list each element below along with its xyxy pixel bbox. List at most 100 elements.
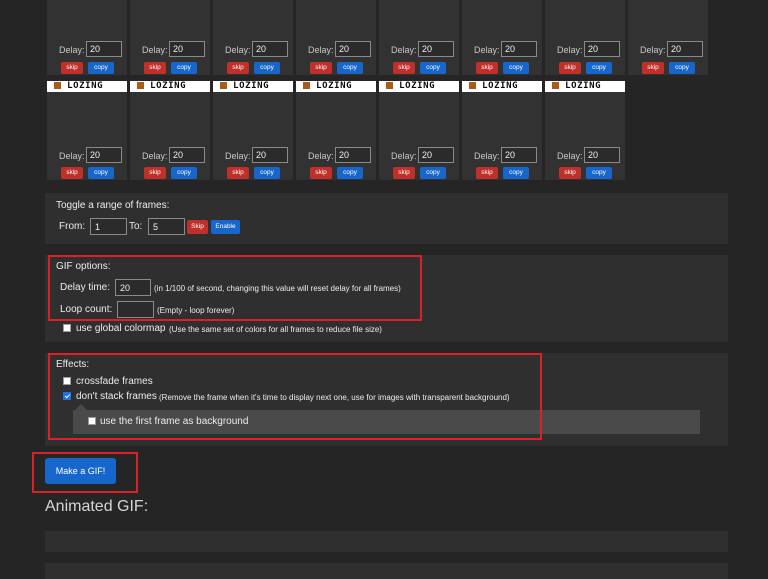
skip-button[interactable]: skip (393, 62, 415, 74)
frame-thumbnail-text: LOZING (565, 81, 602, 91)
range-to-label: To: (129, 221, 143, 232)
range-from-input[interactable] (90, 218, 127, 235)
copy-button[interactable]: copy (337, 167, 363, 179)
delay-label: Delay: (474, 45, 500, 55)
skip-button[interactable]: skip (476, 62, 498, 74)
copy-button[interactable]: copy (503, 62, 529, 74)
global-colormap-checkbox[interactable] (63, 324, 71, 332)
copy-button[interactable]: copy (420, 167, 446, 179)
frame-thumbnail-text: LOZING (150, 81, 187, 91)
first-frame-background-label: use the first frame as background (100, 416, 249, 427)
range-skip-button[interactable]: Skip (187, 220, 208, 234)
frame-delay-input[interactable] (86, 41, 122, 57)
first-frame-background-checkbox[interactable] (88, 417, 96, 425)
loop-count-hint: (Empty - loop forever) (157, 306, 235, 315)
skip-button[interactable]: skip (642, 62, 664, 74)
copy-button[interactable]: copy (586, 167, 612, 179)
frame-delay-input[interactable] (418, 41, 454, 57)
frame-delay-input[interactable] (418, 147, 454, 163)
fox-icon (469, 82, 477, 89)
delay-label: Delay: (391, 45, 417, 55)
delay-time-input[interactable] (115, 279, 151, 296)
frame-cell: Delay: skip copy (130, 0, 210, 75)
skip-button[interactable]: skip (476, 167, 498, 179)
first-frame-suboption: use the first frame as background (73, 410, 700, 434)
range-to-input[interactable] (148, 218, 185, 235)
fox-icon (552, 82, 560, 89)
frame-delay-input[interactable] (335, 147, 371, 163)
frame-thumbnail: LOZING (130, 81, 210, 92)
frame-cell: LOZING Delay: skip copy (462, 81, 542, 180)
frame-cell: Delay: skip copy (628, 0, 708, 75)
gif-options-title: GIF options: (56, 261, 111, 272)
skip-button[interactable]: skip (144, 62, 166, 74)
frame-cell: LOZING Delay: skip copy (545, 81, 625, 180)
frame-delay-input[interactable] (501, 147, 537, 163)
copy-button[interactable]: copy (171, 62, 197, 74)
global-colormap-hint: (Use the same set of colors for all fram… (169, 325, 382, 334)
frame-delay-input[interactable] (86, 147, 122, 163)
fox-icon (220, 82, 228, 89)
frame-cell: LOZING Delay: skip copy (296, 81, 376, 180)
frame-thumbnail: LOZING (545, 81, 625, 92)
frame-cell: LOZING Delay: skip copy (213, 81, 293, 180)
skip-button[interactable]: skip (310, 62, 332, 74)
skip-button[interactable]: skip (144, 167, 166, 179)
skip-button[interactable]: skip (227, 62, 249, 74)
crossfade-checkbox[interactable] (63, 377, 71, 385)
frame-thumbnail: LOZING (379, 81, 459, 92)
fox-icon (386, 82, 394, 89)
copy-button[interactable]: copy (254, 167, 280, 179)
fox-icon (303, 82, 311, 89)
frame-delay-input[interactable] (501, 41, 537, 57)
frame-cell: Delay: skip copy (47, 0, 127, 75)
range-toggle-panel: Toggle a range of frames: From: To: Skip… (45, 193, 728, 244)
copy-button[interactable]: copy (503, 167, 529, 179)
delay-label: Delay: (308, 151, 334, 161)
skip-button[interactable]: skip (227, 167, 249, 179)
loop-count-label: Loop count: (60, 304, 113, 315)
frame-thumbnail-text: LOZING (67, 81, 104, 91)
frame-cell: Delay: skip copy (379, 0, 459, 75)
frame-delay-input[interactable] (584, 147, 620, 163)
copy-button[interactable]: copy (669, 62, 695, 74)
copy-button[interactable]: copy (420, 62, 446, 74)
skip-button[interactable]: skip (61, 167, 83, 179)
effects-title: Effects: (56, 359, 90, 370)
copy-button[interactable]: copy (171, 167, 197, 179)
frame-cell: Delay: skip copy (213, 0, 293, 75)
delay-time-hint: (in 1/100 of second, changing this value… (154, 284, 401, 293)
delay-label: Delay: (225, 45, 251, 55)
dont-stack-label: don't stack frames (76, 391, 157, 402)
frame-thumbnail: LOZING (213, 81, 293, 92)
frame-delay-input[interactable] (335, 41, 371, 57)
frame-thumbnail-text: LOZING (316, 81, 353, 91)
frame-thumbnail: LOZING (296, 81, 376, 92)
copy-button[interactable]: copy (88, 62, 114, 74)
fox-icon (54, 82, 62, 89)
range-enable-button[interactable]: Enable (211, 220, 240, 234)
delay-label: Delay: (142, 45, 168, 55)
copy-button[interactable]: copy (586, 62, 612, 74)
fox-icon (137, 82, 145, 89)
skip-button[interactable]: skip (61, 62, 83, 74)
frame-delay-input[interactable] (252, 41, 288, 57)
skip-button[interactable]: skip (559, 62, 581, 74)
frame-delay-input[interactable] (667, 41, 703, 57)
delay-label: Delay: (142, 151, 168, 161)
make-gif-button[interactable]: Make a GIF! (45, 458, 116, 484)
frame-delay-input[interactable] (584, 41, 620, 57)
skip-button[interactable]: skip (393, 167, 415, 179)
loop-count-input[interactable] (117, 301, 154, 318)
copy-button[interactable]: copy (337, 62, 363, 74)
frame-delay-input[interactable] (169, 41, 205, 57)
copy-button[interactable]: copy (88, 167, 114, 179)
dont-stack-checkbox[interactable] (63, 392, 71, 400)
skip-button[interactable]: skip (310, 167, 332, 179)
copy-button[interactable]: copy (254, 62, 280, 74)
frame-delay-input[interactable] (252, 147, 288, 163)
delay-label: Delay: (640, 45, 666, 55)
frame-delay-input[interactable] (169, 147, 205, 163)
skip-button[interactable]: skip (559, 167, 581, 179)
frame-cell: LOZING Delay: skip copy (379, 81, 459, 180)
